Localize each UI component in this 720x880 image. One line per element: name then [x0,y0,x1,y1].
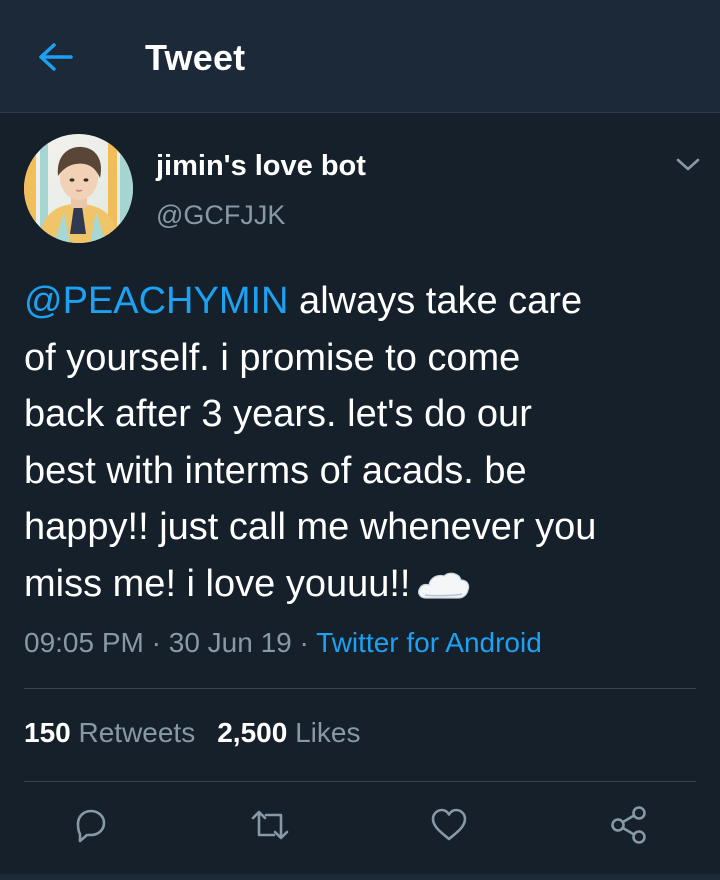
tweet-text-line: back after 3 years. let's do our [24,393,532,435]
tweet-source-link[interactable]: Twitter for Android [316,627,542,658]
likes-stat[interactable]: 2,500 Likes [217,717,360,748]
retweet-button[interactable] [248,803,292,847]
reply-icon [76,809,106,843]
tweet-text-line: of yourself. i promise to come [24,336,521,379]
meta-separator: · [143,627,169,658]
back-button[interactable] [30,34,82,80]
tweet-text-line: happy!! just call me whenever you [24,506,597,548]
tweet-actions-bar [0,799,720,849]
share-icon [611,806,646,844]
tweet-text-segment: always take care [288,280,583,322]
retweets-count: 150 [24,717,71,748]
author-handle[interactable]: @GCFJJK [156,197,285,233]
meta-separator: · [291,627,317,658]
tweet-text-segment: miss me! i love youuu!! [24,562,411,605]
likes-count: 2,500 [217,717,288,748]
tweet-options-button[interactable] [668,149,708,181]
share-button[interactable] [607,803,651,847]
retweets-stat[interactable]: 150 Retweets [24,717,195,748]
avatar[interactable] [24,134,133,243]
author-display-name[interactable]: jimin's love bot [156,148,366,184]
tweet-meta: 09:05 PM · 30 Jun 19 · Twitter for Andro… [24,625,542,661]
arrow-left-icon [39,43,73,71]
divider [24,781,696,782]
divider [24,688,696,689]
tweet-detail: jimin's love bot @GCFJJK @PEACHYMIN alwa… [0,113,720,880]
reply-button[interactable] [68,803,112,847]
page-title: Tweet [145,37,246,78]
avatar-photo [24,134,133,243]
like-button[interactable] [427,803,471,847]
like-icon [431,808,467,841]
chevron-down-icon [676,158,700,171]
bottom-divider [0,874,720,880]
retweet-icon [251,810,289,840]
mention-link[interactable]: @PEACHYMIN [24,280,289,322]
retweets-label: Retweets [70,717,196,748]
tweet-date: 30 Jun 19 [168,627,292,658]
tweet-text-line: @PEACHYMIN always take care [24,273,696,330]
tweet-text-line: miss me! i love youuu!! [24,556,696,613]
tweet-stats: 150 Retweets 2,500 Likes [24,715,360,751]
tweet-text-line: best with interms of acads. be [24,449,527,492]
tweet-time: 09:05 PM [24,627,144,658]
tweet-text: @PEACHYMIN always take care of yourself.… [24,273,696,612]
likes-label: Likes [287,717,361,748]
top-bar: Tweet [0,0,720,113]
cloud-icon [418,572,470,599]
